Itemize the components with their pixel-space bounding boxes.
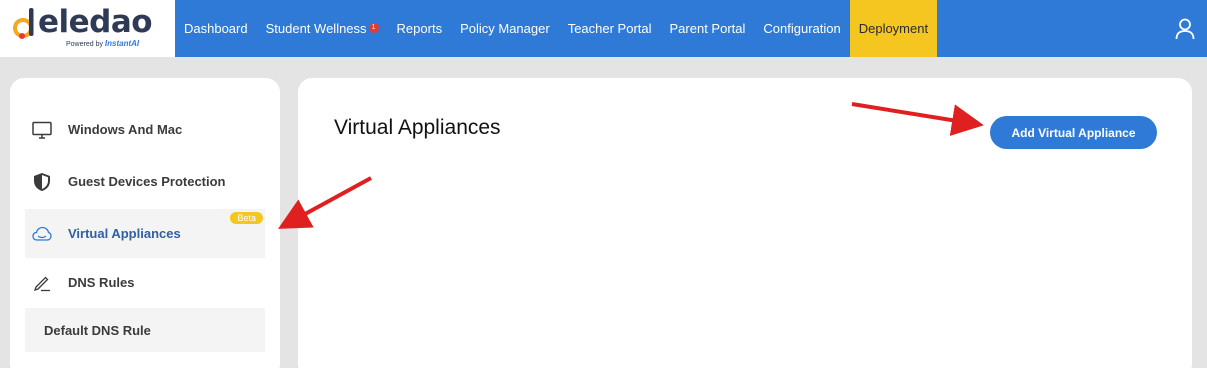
main-content-panel: Virtual Appliances Add Virtual Appliance [298, 78, 1192, 368]
eledao-logo-mark-icon [13, 8, 34, 39]
sidebar-item-windows-and-mac[interactable]: Windows And Mac [25, 105, 265, 154]
nav-item-teacher-portal[interactable]: Teacher Portal [559, 0, 661, 57]
sidebar-item-dns-rules[interactable]: DNS Rules [25, 258, 265, 307]
brand-name: eledao [38, 4, 153, 40]
nav-item-reports[interactable]: Reports [388, 0, 452, 57]
sidebar-item-label: Windows And Mac [68, 122, 183, 137]
sidebar-subitem-default-dns-rule[interactable]: Default DNS Rule [25, 308, 265, 352]
nav-item-policy-manager[interactable]: Policy Manager [451, 0, 559, 57]
nav-label: Teacher Portal [567, 21, 652, 36]
sidebar-item-guest-devices-protection[interactable]: Guest Devices Protection [25, 157, 265, 206]
main-nav: Dashboard Student Wellness 1 Reports Poli… [175, 0, 938, 57]
sidebar-item-label: Virtual Appliances [68, 226, 181, 241]
beta-badge: Beta [230, 212, 263, 224]
page-title: Virtual Appliances [334, 116, 501, 139]
brand-powered-by: Powered by InstantAI [66, 39, 140, 48]
sidebar-item-label: Guest Devices Protection [68, 174, 226, 189]
top-navigation-bar: eledao Powered by InstantAI Dashboard St… [0, 0, 1207, 57]
shield-icon [32, 172, 52, 192]
monitor-icon [32, 120, 52, 140]
sidebar-item-label: DNS Rules [68, 275, 135, 290]
pen-icon [32, 273, 52, 293]
add-virtual-appliance-button[interactable]: Add Virtual Appliance [990, 116, 1157, 149]
cloud-icon [32, 224, 52, 244]
nav-label: Student Wellness [265, 21, 367, 36]
brand-logo[interactable]: eledao Powered by InstantAI [0, 0, 175, 57]
nav-label: Deployment [858, 21, 929, 36]
nav-label: Parent Portal [669, 21, 746, 36]
nav-label: Policy Manager [460, 21, 550, 36]
notification-badge: 1 [368, 22, 379, 33]
nav-label: Dashboard [184, 21, 248, 36]
nav-label: Reports [396, 21, 443, 36]
nav-item-parent-portal[interactable]: Parent Portal [661, 0, 755, 57]
nav-item-dashboard[interactable]: Dashboard [175, 0, 257, 57]
nav-label: Configuration [763, 21, 841, 36]
user-icon[interactable] [1175, 18, 1195, 40]
nav-item-deployment[interactable]: Deployment [849, 0, 938, 57]
sidebar-item-virtual-appliances[interactable]: Virtual Appliances Beta [25, 209, 265, 258]
nav-item-configuration[interactable]: Configuration [754, 0, 849, 57]
deployment-sidebar: Windows And Mac Guest Devices Protection… [10, 78, 280, 368]
nav-item-student-wellness[interactable]: Student Wellness 1 [257, 0, 388, 57]
